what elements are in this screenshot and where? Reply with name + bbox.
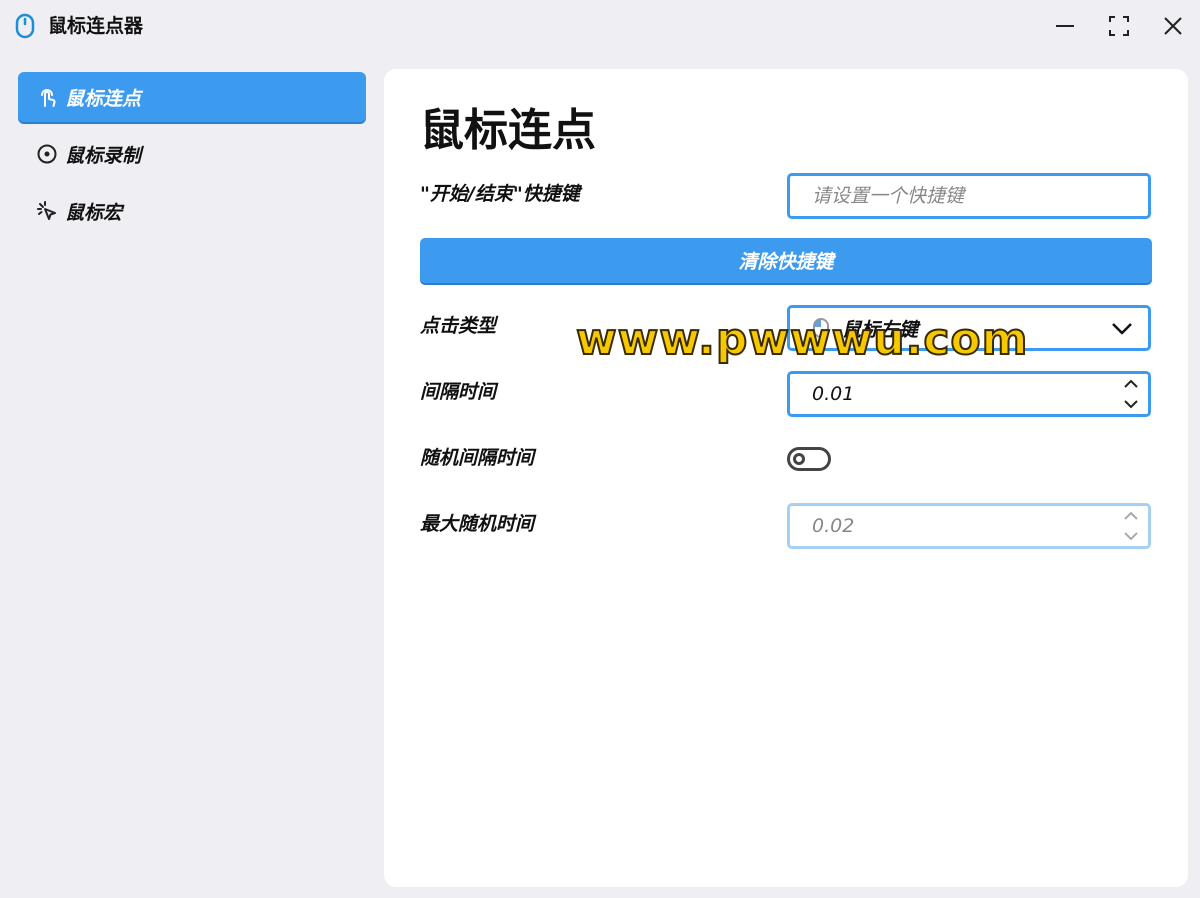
click-burst-icon <box>36 200 58 222</box>
minimize-button[interactable] <box>1045 8 1085 44</box>
sidebar-item-macro[interactable]: 鼠标宏 <box>18 186 366 236</box>
maximize-icon <box>1109 16 1129 36</box>
page-title: 鼠标连点 <box>420 105 596 156</box>
tap-icon <box>36 86 58 108</box>
max-random-decrement[interactable] <box>1122 528 1140 544</box>
sidebar-item-label: 鼠标连点 <box>65 87 142 110</box>
close-icon <box>1164 17 1182 35</box>
interval-spinbox[interactable] <box>787 371 1151 417</box>
chevron-up-icon <box>1124 379 1138 388</box>
chevron-up-icon <box>1124 511 1138 520</box>
max-random-stepper <box>1122 508 1140 544</box>
maximize-button[interactable] <box>1099 8 1139 44</box>
main-panel: 鼠标连点 "开始/结束"快捷键 清除快捷键 点击类型 鼠标左键 间隔时间 <box>384 69 1188 887</box>
random-interval-toggle[interactable] <box>787 447 831 471</box>
click-type-value: 鼠标左键 <box>842 318 919 341</box>
interval-label: 间隔时间 <box>420 381 497 403</box>
sidebar-item-record[interactable]: 鼠标录制 <box>18 129 366 179</box>
max-random-input[interactable] <box>810 514 1114 538</box>
sidebar-item-label: 鼠标录制 <box>65 144 142 167</box>
click-type-label: 点击类型 <box>420 315 497 337</box>
mouse-left-icon <box>813 318 829 338</box>
interval-stepper <box>1122 376 1140 412</box>
random-interval-label: 随机间隔时间 <box>420 447 535 469</box>
max-random-label: 最大随机时间 <box>420 513 535 535</box>
chevron-down-icon[interactable] <box>1110 318 1134 338</box>
chevron-down-icon <box>1124 532 1138 541</box>
record-icon <box>36 143 58 165</box>
close-button[interactable] <box>1153 8 1193 44</box>
interval-decrement[interactable] <box>1122 396 1140 412</box>
title-bar: 鼠标连点器 <box>0 0 1200 52</box>
sidebar: 鼠标连点 鼠标录制 鼠标宏 <box>18 72 366 243</box>
toggle-knob <box>793 453 805 465</box>
sidebar-item-auto-click[interactable]: 鼠标连点 <box>18 72 366 122</box>
max-random-spinbox[interactable] <box>787 503 1151 549</box>
hotkey-label: "开始/结束"快捷键 <box>420 183 580 205</box>
interval-increment[interactable] <box>1122 376 1140 392</box>
mouse-icon <box>15 13 35 39</box>
click-type-select[interactable]: 鼠标左键 <box>787 305 1151 351</box>
sidebar-item-label: 鼠标宏 <box>65 201 123 224</box>
chevron-down-icon <box>1124 400 1138 409</box>
max-random-increment[interactable] <box>1122 508 1140 524</box>
click-type-selected: 鼠标左键 <box>812 315 918 342</box>
hotkey-input[interactable] <box>810 184 1114 208</box>
clear-hotkey-button[interactable]: 清除快捷键 <box>420 238 1152 283</box>
hotkey-field[interactable] <box>787 173 1151 219</box>
minimize-icon <box>1056 25 1074 27</box>
interval-input[interactable] <box>810 382 1114 406</box>
window-title: 鼠标连点器 <box>48 15 144 37</box>
